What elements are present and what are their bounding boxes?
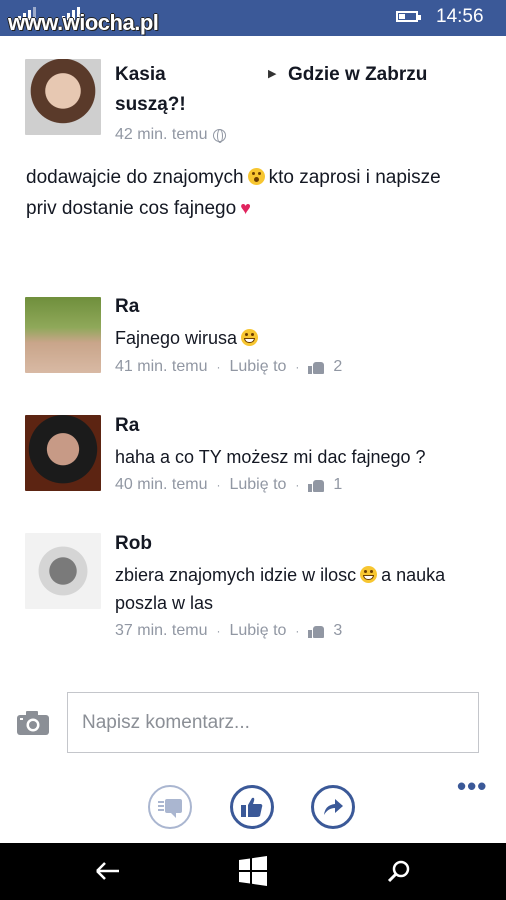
share-button[interactable] (311, 785, 355, 829)
comments-list-icon (158, 799, 182, 818)
globe-icon (213, 128, 227, 143)
search-icon (387, 860, 410, 883)
comment-text-part1: zbiera znajomych idzie w ilosc (115, 565, 357, 585)
comment-time: 40 min. temu (115, 476, 208, 493)
arrow-right-icon: ▶ (268, 68, 277, 80)
clock: 14:56 (436, 6, 484, 27)
comment-time: 37 min. temu (115, 622, 208, 639)
grinning-emoji-icon (241, 329, 259, 346)
camera-icon[interactable] (16, 710, 50, 736)
comments-list-button[interactable] (148, 785, 192, 829)
comment-time: 41 min. temu (115, 358, 208, 375)
more-icon[interactable]: ••• (457, 773, 487, 799)
name-blur (140, 417, 210, 437)
comment-meta: 37 min. temu · Lubię to · 3 (115, 622, 343, 640)
comment-avatar[interactable] (25, 297, 101, 373)
like-count-icon (308, 479, 325, 492)
name-blur (158, 535, 298, 555)
comment-author-name[interactable]: Ra (115, 296, 139, 318)
windows-button[interactable] (228, 851, 278, 891)
search-button[interactable] (374, 851, 424, 891)
post-group-name[interactable]: Gdzie w Zabrzu (288, 64, 427, 86)
comment-meta: 41 min. temu · Lubię to · 2 (115, 358, 343, 376)
like-link[interactable]: Lubię to (229, 476, 286, 494)
share-icon (324, 799, 343, 815)
like-link[interactable]: Lubię to (229, 622, 286, 640)
grinning-emoji-icon (360, 566, 378, 583)
comment-meta: 40 min. temu · Lubię to · 1 (115, 476, 343, 494)
status-bar: www.wiocha.pl 14:56 (0, 0, 506, 36)
like-count: 1 (333, 476, 343, 493)
comment-text-content: haha a co TY możesz mi dac fajnego ? (115, 447, 426, 467)
post-time-label: 42 min. temu (115, 126, 208, 143)
post-text-part1: dodawajcie do znajomych (26, 167, 244, 188)
like-count: 3 (333, 622, 343, 639)
name-blur (168, 66, 258, 86)
like-count-icon (308, 361, 325, 374)
like-count-icon (308, 625, 325, 638)
comment-text: zbiera znajomych idzie w ilosc a nauka po… (115, 561, 485, 617)
windows-icon (239, 856, 267, 886)
surprised-emoji-icon (247, 168, 265, 185)
name-blur (140, 298, 310, 318)
comment-author-name[interactable]: Rob (115, 533, 152, 555)
watermark: www.wiocha.pl (8, 10, 159, 35)
post-author-avatar[interactable] (25, 59, 101, 135)
comment-text-content: Fajnego wirusa (115, 328, 238, 348)
comment-text: haha a co TY możesz mi dac fajnego ? (115, 443, 485, 471)
back-button[interactable] (83, 851, 133, 891)
post-author-name[interactable]: Kasia (115, 64, 166, 86)
like-link[interactable]: Lubię to (229, 358, 286, 376)
post-timestamp: 42 min. temu (115, 126, 227, 144)
comment-avatar[interactable] (25, 533, 101, 609)
heart-icon: ♥ (240, 198, 251, 218)
like-button[interactable] (230, 785, 274, 829)
post-group-name-line2[interactable]: suszą?! (115, 94, 186, 116)
back-icon (96, 862, 119, 880)
comment-author-name[interactable]: Ra (115, 415, 139, 437)
like-count: 2 (333, 358, 343, 375)
like-icon (241, 797, 263, 817)
battery-icon (396, 11, 421, 22)
navigation-bar (0, 843, 506, 900)
post-text: dodawajcie do znajomych kto zaprosi i nap… (26, 163, 466, 224)
comment-avatar[interactable] (25, 415, 101, 491)
comment-input[interactable] (67, 692, 479, 753)
comment-text: Fajnego wirusa (115, 324, 485, 352)
